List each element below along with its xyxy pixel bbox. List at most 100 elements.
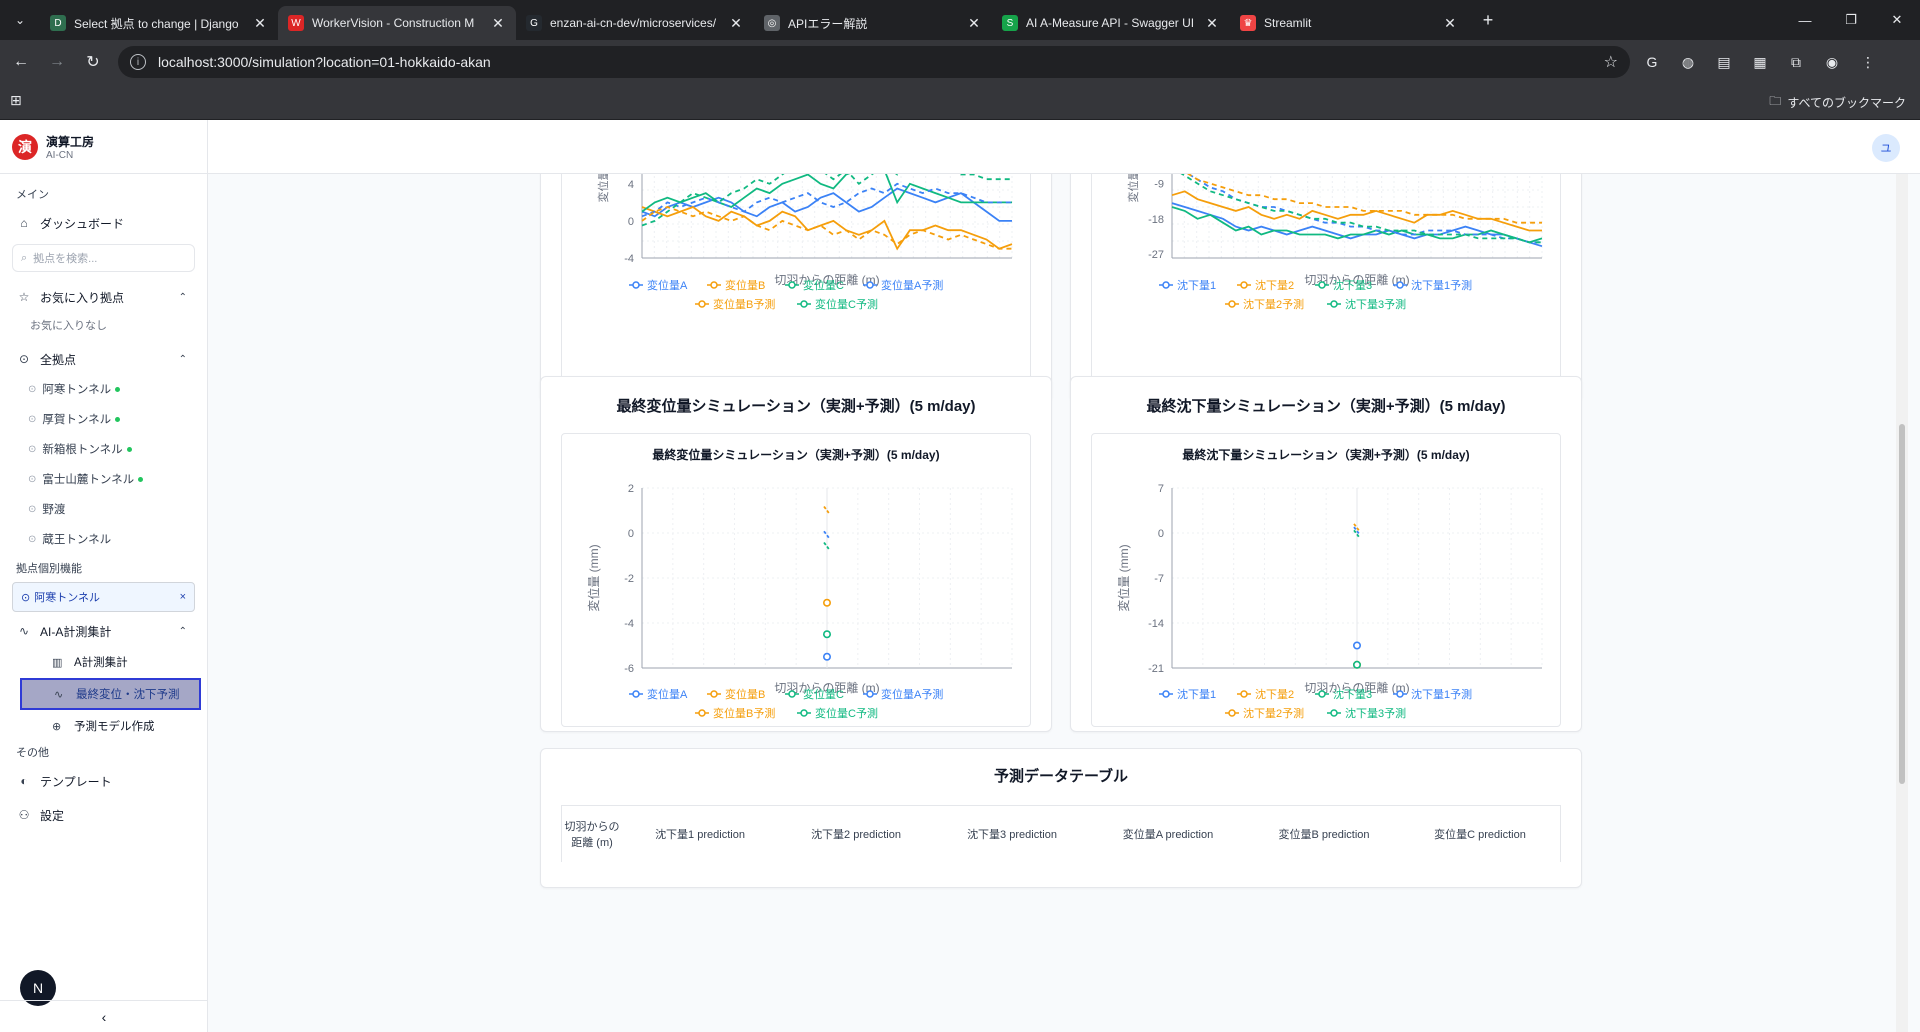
legend-marker — [1396, 281, 1404, 289]
legend-item[interactable]: 沈下量3予測 — [1327, 706, 1406, 720]
close-icon[interactable]: ✕ — [1874, 0, 1920, 40]
legend-label: 沈下量1予測 — [1411, 278, 1472, 292]
page-scrollbar[interactable] — [1896, 174, 1908, 1032]
legend-item[interactable]: 沈下量2予測 — [1225, 706, 1304, 720]
restore-icon[interactable]: ❐ — [1828, 0, 1874, 40]
tab-close-icon[interactable]: ✕ — [966, 15, 982, 32]
qr-extension-icon[interactable]: ▦ — [1746, 48, 1774, 76]
legend-item[interactable]: 沈下量2予測 — [1225, 297, 1304, 311]
tab-search-dropdown[interactable]: ⌄ — [0, 0, 40, 40]
legend-item[interactable]: 変位量B — [707, 278, 765, 292]
legend-marker — [1330, 300, 1338, 308]
nav-model-creation[interactable]: ⊕ 予測モデル作成 — [0, 710, 207, 742]
data-point[interactable] — [1352, 660, 1361, 669]
remove-location-icon[interactable]: × — [180, 591, 186, 603]
legend-item[interactable]: 変位量A — [629, 687, 688, 701]
table-header-cell[interactable]: 沈下量3 prediction — [934, 826, 1090, 842]
tab-close-icon[interactable]: ✕ — [490, 15, 506, 32]
chat-extension-icon[interactable]: ◍ — [1674, 48, 1702, 76]
table-header-cell[interactable]: 変位量C prediction — [1402, 826, 1558, 842]
legend-item[interactable]: 沈下量2 — [1237, 278, 1294, 292]
sidebar-location-item[interactable]: ⊙ 蔵王トンネル — [0, 524, 207, 554]
legend-label: 沈下量3予測 — [1345, 706, 1406, 720]
sidebar-location-item[interactable]: ⊙ 厚賀トンネル — [0, 404, 207, 434]
nav-settings[interactable]: ⚇ 設定 — [0, 800, 207, 830]
legend-item[interactable]: 沈下量3予測 — [1327, 297, 1406, 311]
site-info-icon[interactable]: i — [130, 54, 146, 70]
forward-icon[interactable]: → — [42, 47, 72, 77]
user-avatar[interactable]: ユ — [1872, 134, 1900, 162]
browser-tab[interactable]: S AI A-Measure API - Swagger UI ✕ — [992, 6, 1230, 40]
legend-item[interactable]: 変位量B予測 — [695, 297, 775, 311]
all-bookmarks-button[interactable]: 🗀 すべてのブックマーク — [1769, 92, 1906, 113]
data-point[interactable] — [822, 598, 831, 607]
legend-item[interactable]: 沈下量1 — [1159, 278, 1216, 292]
nav-templates[interactable]: ◐ テンプレート — [0, 766, 207, 796]
reload-icon[interactable]: ↻ — [78, 47, 108, 77]
location-label: 阿寒トンネル — [42, 384, 112, 396]
legend-item[interactable]: 沈下量2 — [1237, 687, 1294, 701]
sidebar-location-item[interactable]: ⊙ 富士山麓トンネル — [0, 464, 207, 494]
save-extension-icon[interactable]: ▤ — [1710, 48, 1738, 76]
legend-label: 沈下量3予測 — [1345, 297, 1406, 311]
back-icon[interactable]: ← — [6, 47, 36, 77]
y-tick-label: -14 — [1148, 618, 1164, 630]
nav-final-prediction[interactable]: ∿ 最終変位・沈下予測 — [20, 678, 201, 710]
nav-dashboard[interactable]: ⌂ ダッシュボード — [0, 208, 207, 238]
prediction-table-card: 予測データテーブル 切羽からの距離 (m) 沈下量1 prediction 沈下量2… — [540, 748, 1582, 888]
selected-location-chip[interactable]: ⊙ 阿寒トンネル × — [12, 582, 195, 612]
legend-item[interactable]: 変位量C予測 — [797, 706, 878, 720]
minimize-icon[interactable]: — — [1782, 0, 1828, 40]
data-point[interactable] — [1352, 641, 1361, 650]
collapse-sidebar-button[interactable]: ‹ — [0, 1000, 208, 1032]
url-input[interactable]: i localhost:3000/simulation?location=01-… — [118, 46, 1630, 78]
table-header-cell[interactable]: 沈下量1 prediction — [622, 826, 778, 842]
table-header-cell[interactable]: 変位量A prediction — [1090, 826, 1246, 842]
nav-all-locations[interactable]: ⊙ 全拠点 ⌃ — [0, 344, 207, 374]
nav-favorites[interactable]: ☆ お気に入り拠点 ⌃ — [0, 282, 207, 312]
table-header-cell[interactable]: 切羽からの距離 (m) — [562, 818, 622, 850]
browser-tab[interactable]: ♛ Streamlit ✕ — [1230, 6, 1468, 40]
bookmark-star-icon[interactable]: ☆ — [1604, 52, 1618, 72]
legend-item[interactable]: 変位量B — [707, 687, 765, 701]
legend-item[interactable]: 沈下量1 — [1159, 687, 1216, 701]
chevron-up-icon[interactable]: ⌃ — [179, 292, 187, 303]
browser-menu-icon[interactable]: ⋮ — [1854, 48, 1882, 76]
tab-close-icon[interactable]: ✕ — [1442, 15, 1458, 32]
browser-tab[interactable]: Genzan-ai-cn-dev/microservices/ ✕ — [516, 6, 754, 40]
chevron-up-icon[interactable]: ⌃ — [179, 626, 187, 637]
nav-a-measure-summary[interactable]: ▥ A計測集計 — [0, 646, 207, 678]
tab-close-icon[interactable]: ✕ — [252, 15, 268, 32]
browser-tab[interactable]: D Select 拠点 to change | Django ✕ — [40, 6, 278, 40]
legend-item[interactable]: 変位量B予測 — [695, 706, 775, 720]
tab-close-icon[interactable]: ✕ — [728, 15, 744, 32]
globe-icon: ⊕ — [52, 720, 62, 733]
legend-item[interactable]: 変位量A — [629, 278, 688, 292]
profile-avatar-icon[interactable]: ◉ — [1818, 48, 1846, 76]
nav-templates-label: テンプレート — [40, 774, 112, 789]
new-tab-button[interactable]: + — [1474, 6, 1502, 34]
sidebar-location-item[interactable]: ⊙ 阿寒トンネル — [0, 374, 207, 404]
section-other-label: その他 — [16, 747, 49, 759]
y-tick-label: 0 — [628, 216, 634, 228]
map-pin-icon: ⊙ — [18, 352, 30, 366]
chevron-up-icon[interactable]: ⌃ — [179, 354, 187, 365]
sidebar-location-item[interactable]: ⊙ 野渡 — [0, 494, 207, 524]
location-search-input[interactable]: ⌕ 拠点を検索... — [12, 244, 195, 272]
tab-close-icon[interactable]: ✕ — [1204, 15, 1220, 32]
apps-grid-icon[interactable]: ⊞ — [10, 92, 30, 112]
table-header-cell[interactable]: 変位量B prediction — [1246, 826, 1402, 842]
legend-item[interactable]: 変位量C予測 — [797, 297, 878, 311]
extensions-puzzle-icon[interactable]: ⧉ — [1782, 48, 1810, 76]
browser-tab[interactable]: W WorkerVision - Construction M ✕ — [278, 6, 516, 40]
browser-tab[interactable]: ◎ APIエラー解説 ✕ — [754, 6, 992, 40]
data-point[interactable] — [822, 630, 831, 639]
table-header-cell[interactable]: 沈下量2 prediction — [778, 826, 934, 842]
sidebar-location-item[interactable]: ⊙ 新箱根トンネル — [0, 434, 207, 464]
legend-marker — [1228, 709, 1236, 717]
nav-ai-group[interactable]: ∿ AI-A計測集計 ⌃ — [0, 616, 207, 646]
translate-extension-icon[interactable]: G — [1638, 48, 1666, 76]
data-point[interactable] — [822, 652, 831, 661]
brand[interactable]: 演 演算工房 AI-CN — [0, 120, 207, 174]
scrollbar-thumb[interactable] — [1899, 424, 1905, 784]
